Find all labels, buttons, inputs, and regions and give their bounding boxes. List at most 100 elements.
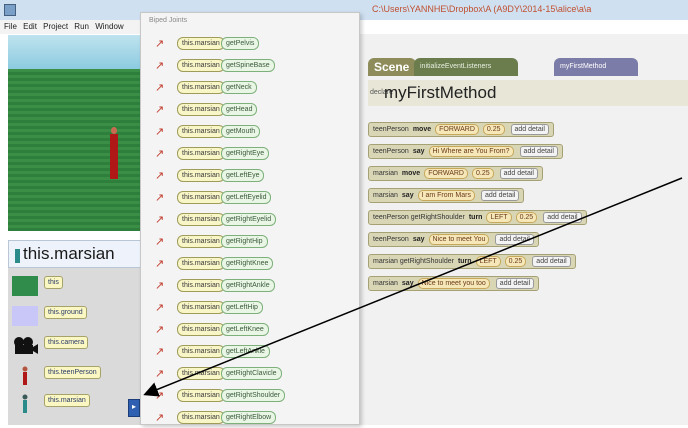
statement-arg[interactable]: FORWARD xyxy=(424,168,468,179)
menu-edit[interactable]: Edit xyxy=(23,22,37,31)
joint-menu-item[interactable]: ↗ this.marsian getSpineBase xyxy=(141,55,359,76)
statement-arg[interactable]: 0.25 xyxy=(515,212,538,223)
joint-menu-item[interactable]: ↗ this.marsian getRightEyelid xyxy=(141,209,359,230)
model-body xyxy=(110,134,118,179)
statement-verb: say xyxy=(412,236,425,243)
scene-thumb-icon xyxy=(12,276,38,296)
code-statement[interactable]: teenPerson move FORWARD 0.25 add detail xyxy=(368,122,554,137)
joint-menu-item[interactable]: ↗ this.marsian getNeck xyxy=(141,77,359,98)
joint-menu-item[interactable]: ↗ this.marsian getRightHip xyxy=(141,231,359,252)
scene-preview[interactable] xyxy=(8,35,148,231)
joint-menu-item[interactable]: ↗ this.marsian getLeftHip xyxy=(141,297,359,318)
code-statement[interactable]: marsian say Nice to meet you too add detail xyxy=(368,276,540,291)
method-header: declare myFirstMethod xyxy=(368,80,688,106)
tree-item-label: this.marsian xyxy=(44,394,90,407)
tree-item-ground[interactable]: this.ground xyxy=(8,304,150,330)
joint-menu-item[interactable]: ↗ this.marsian getRightKnee xyxy=(141,253,359,274)
statement-verb: turn xyxy=(457,258,472,265)
joint-menu-item[interactable]: ↗ this.marsian getRightClavicle xyxy=(141,363,359,384)
menu-run[interactable]: Run xyxy=(74,22,89,31)
joint-method-name: getLeftKnee xyxy=(221,323,269,336)
statement-arg[interactable]: LEFT xyxy=(486,212,512,223)
statement-verb: move xyxy=(412,126,432,133)
function-arrow-icon: ↗ xyxy=(155,236,165,248)
statement-target: marsian xyxy=(373,192,398,199)
statement-arg[interactable]: 0.25 xyxy=(482,124,505,135)
tree-item-teenperson[interactable]: this.teenPerson ▸ xyxy=(8,364,150,390)
joints-dropdown-button[interactable]: ▸ xyxy=(128,399,140,417)
tab-initialize-event-listeners[interactable]: initializeEventListeners xyxy=(414,58,518,76)
statement-arg[interactable]: 0.25 xyxy=(471,168,494,179)
object-chip: this.marsian xyxy=(177,37,225,50)
tab-scene[interactable]: Scene xyxy=(368,58,416,76)
tab-my-first-method[interactable]: myFirstMethod xyxy=(554,58,638,76)
joint-menu-item[interactable]: ↗ this.marsian getMouth xyxy=(141,121,359,142)
add-detail-button[interactable]: add detail xyxy=(532,256,571,267)
statement-arg[interactable]: I am From Mars xyxy=(417,190,475,201)
joint-menu-item[interactable]: ↗ this.marsian getLeftEyelid xyxy=(141,187,359,208)
code-statement[interactable]: teenPerson getRightShoulder turn LEFT 0.25 a… xyxy=(368,210,587,225)
joint-method-name: getPelvis xyxy=(221,37,260,50)
menu-window[interactable]: Window xyxy=(95,22,123,31)
add-detail-button[interactable]: add detail xyxy=(519,146,558,157)
statement-verb: turn xyxy=(468,214,483,221)
window-title: C:\Users\YANNHE\Dropbox\A (A9DY\2014-15\… xyxy=(372,4,592,14)
statement-arg[interactable]: LEFT xyxy=(475,256,501,267)
statement-arg[interactable]: FORWARD xyxy=(435,124,479,135)
add-detail-button[interactable]: add detail xyxy=(480,190,520,201)
selected-object-name: this.marsian xyxy=(23,244,115,263)
joint-method-name: getRightEyelid xyxy=(221,213,277,226)
add-detail-button[interactable]: add detail xyxy=(495,234,534,245)
tree-item-label: this xyxy=(44,276,63,289)
statement-target: teenPerson xyxy=(373,236,409,243)
statement-verb: move xyxy=(401,170,421,177)
joint-menu-item[interactable]: ↗ this.marsian getLeftAnkle xyxy=(141,341,359,362)
joint-method-name: getRightAnkle xyxy=(221,279,275,292)
joint-menu-item[interactable]: ↗ this.marsian getHead xyxy=(141,99,359,120)
code-statement[interactable]: marsian getRightShoulder turn LEFT 0.25 add … xyxy=(368,254,576,269)
object-chip: this.marsian xyxy=(177,213,225,226)
joint-menu-item[interactable]: ↗ this.marsian getLeftKnee xyxy=(141,319,359,340)
joint-menu-item[interactable]: ↗ this.marsian getRightAnkle xyxy=(141,275,359,296)
statement-arg[interactable]: 0.25 xyxy=(504,256,527,267)
statement-arg[interactable]: Hi Where are You From? xyxy=(428,146,514,157)
code-statement[interactable]: marsian move FORWARD 0.25 add detail xyxy=(368,166,543,181)
function-arrow-icon: ↗ xyxy=(155,214,165,226)
tree-item-this[interactable]: this xyxy=(8,274,150,300)
tree-item-camera[interactable]: this.camera xyxy=(8,334,150,360)
object-chip: this.marsian xyxy=(177,411,225,424)
selected-object-label[interactable]: this.marsian xyxy=(8,240,150,268)
joint-menu-item[interactable]: ↗ this.marsian getRightShoulder xyxy=(141,385,359,406)
joint-menu-item[interactable]: ↗ this.marsian getRightEye xyxy=(141,143,359,164)
joint-menu-item[interactable]: ↗ this.marsian getLeftEye xyxy=(141,165,359,186)
object-chip: this.marsian xyxy=(177,345,225,358)
add-detail-button[interactable]: add detail xyxy=(495,278,535,289)
code-statement[interactable]: marsian say I am From Mars add detail xyxy=(368,188,525,203)
statement-target: teenPerson xyxy=(373,126,409,133)
statement-arg[interactable]: Nice to meet You xyxy=(428,234,490,245)
teen-person-model[interactable] xyxy=(110,127,118,179)
code-statement[interactable]: teenPerson say Nice to meet You add detail xyxy=(368,232,539,247)
dropdown-arrow-icon: ▸ xyxy=(132,402,137,411)
function-arrow-icon: ↗ xyxy=(155,280,165,292)
joint-menu-item[interactable]: ↗ this.marsian getPelvis xyxy=(141,33,359,54)
function-arrow-icon: ↗ xyxy=(155,302,165,314)
joint-method-name: getRightShoulder xyxy=(221,389,286,402)
sky xyxy=(8,35,148,69)
statement-arg[interactable]: Nice to meet you too xyxy=(417,278,490,289)
joint-method-name: getRightElbow xyxy=(221,411,277,424)
add-detail-button[interactable]: add detail xyxy=(543,212,582,223)
tree-item-label: this.camera xyxy=(44,336,89,349)
add-detail-button[interactable]: add detail xyxy=(499,168,538,179)
menu-project[interactable]: Project xyxy=(43,22,68,31)
add-detail-button[interactable]: add detail xyxy=(510,124,549,135)
function-arrow-icon: ↗ xyxy=(155,390,165,402)
code-statement[interactable]: teenPerson say Hi Where are You From? add d… xyxy=(368,144,563,159)
menu-file[interactable]: File xyxy=(4,22,17,31)
statement-verb: say xyxy=(412,148,425,155)
object-chip: this.marsian xyxy=(177,125,225,138)
function-arrow-icon: ↗ xyxy=(155,192,165,204)
joint-method-name: getNeck xyxy=(221,81,257,94)
function-arrow-icon: ↗ xyxy=(155,324,165,336)
statement-verb: say xyxy=(401,192,414,199)
